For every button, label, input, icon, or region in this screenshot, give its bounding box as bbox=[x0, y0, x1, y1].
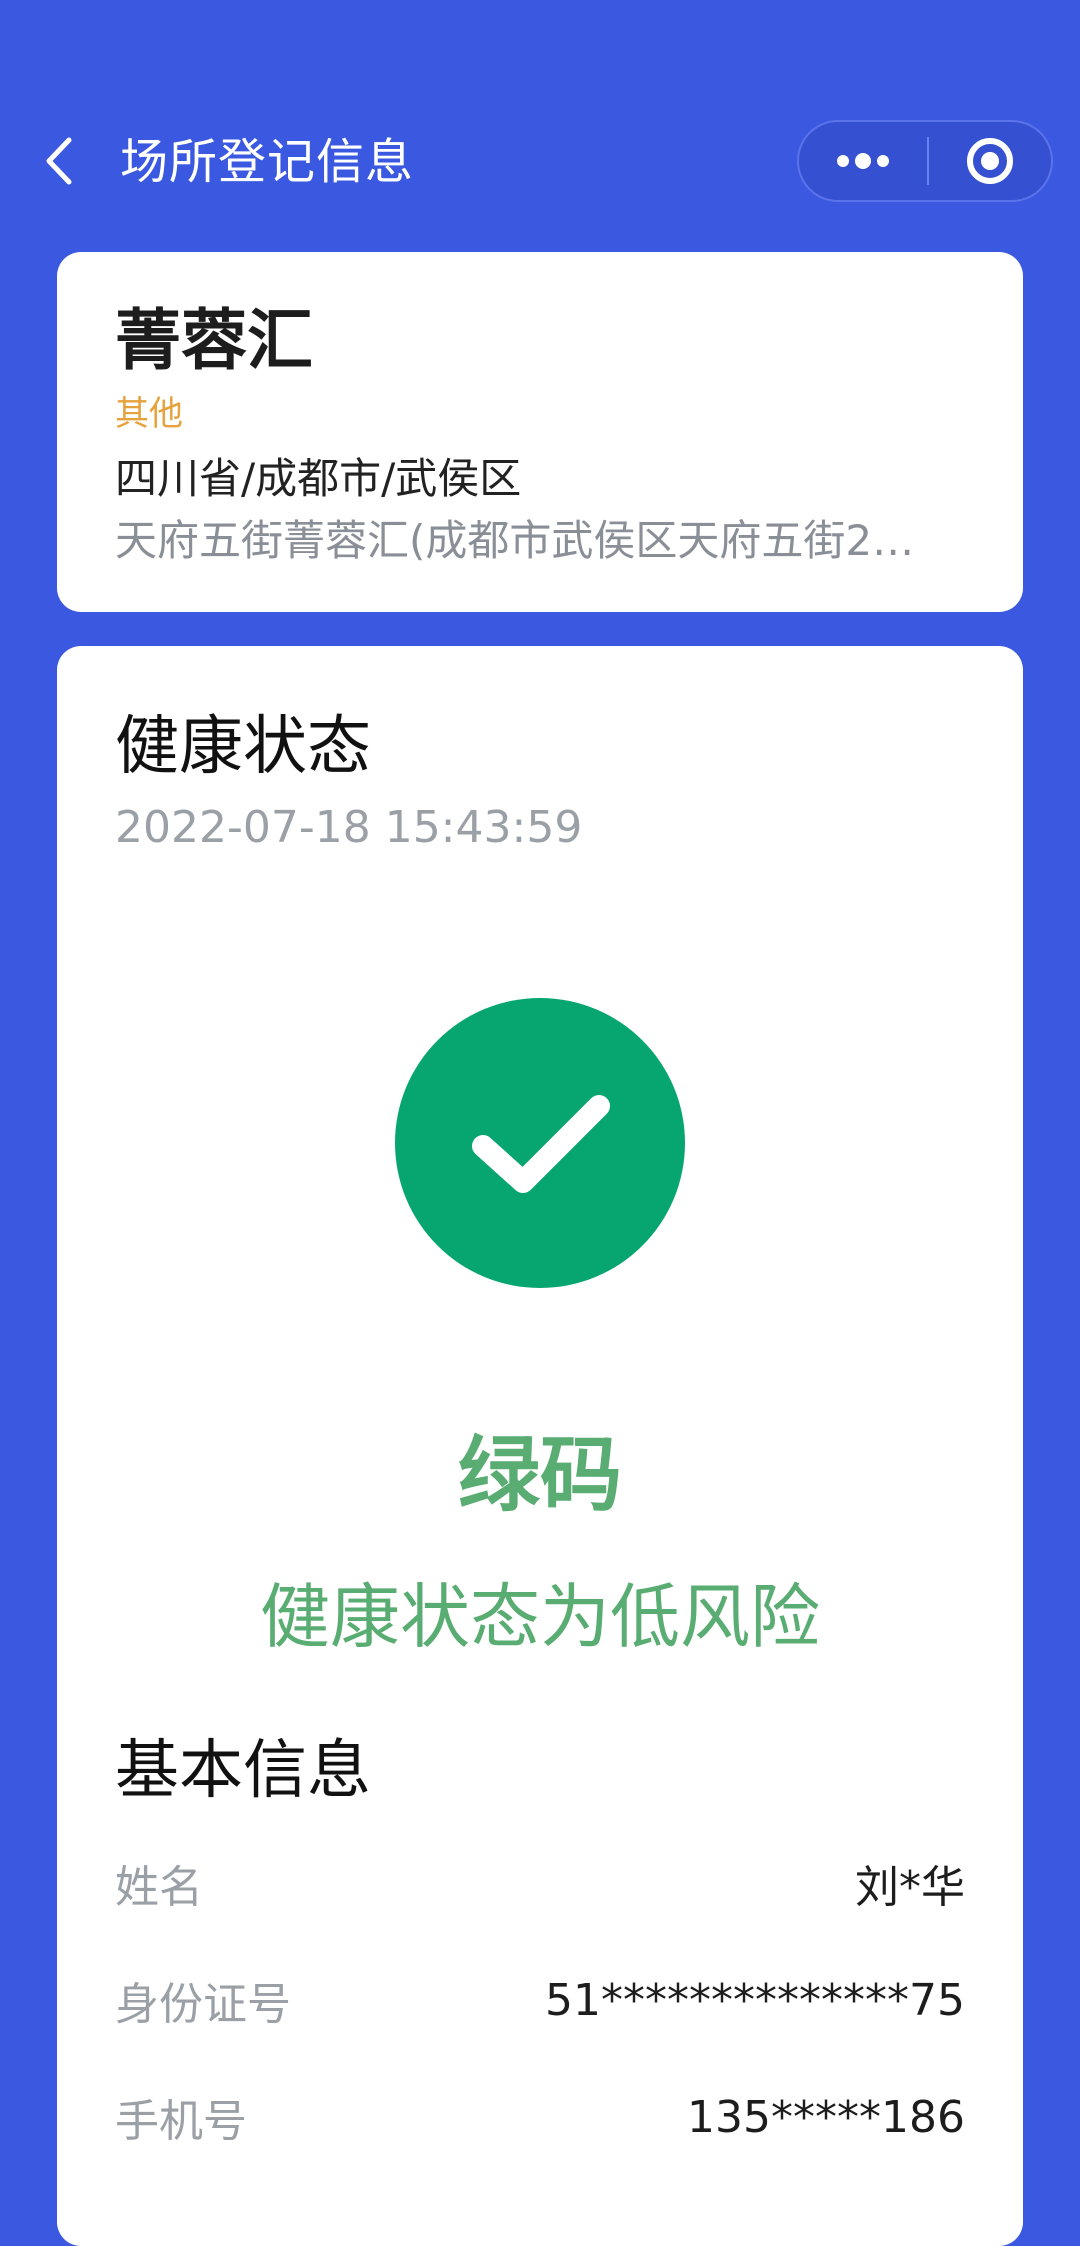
more-dots-icon bbox=[837, 153, 889, 169]
risk-level-label: 健康状态为低风险 bbox=[260, 1576, 820, 1658]
info-row-phone: 手机号 135*****186 bbox=[115, 2082, 965, 2152]
name-value: 刘*华 bbox=[855, 1862, 965, 1913]
close-mini-program-button[interactable] bbox=[929, 122, 1051, 200]
basic-info-title: 基本信息 bbox=[115, 1734, 371, 1808]
health-code-label: 绿码 bbox=[457, 1428, 622, 1523]
health-timestamp: 2022-07-18 15:43:59 bbox=[115, 802, 583, 853]
checkmark-icon bbox=[472, 1095, 610, 1193]
info-row-name: 姓名 刘*华 bbox=[115, 1848, 965, 1918]
place-region: 四川省/成都市/武侯区 bbox=[115, 454, 522, 503]
health-status-title: 健康状态 bbox=[115, 710, 371, 784]
health-card: 健康状态 2022-07-18 15:43:59 绿码 健康状态为低风险 基本信… bbox=[57, 646, 1023, 2246]
navigation-bar: 场所登记信息 bbox=[0, 0, 1080, 250]
id-number-value: 51**************75 bbox=[545, 1974, 965, 2026]
phone-value: 135*****186 bbox=[687, 2091, 965, 2143]
info-row-id-number: 身份证号 51**************75 bbox=[115, 1965, 965, 2035]
place-name: 菁蓉汇 bbox=[115, 302, 313, 379]
name-label: 姓名 bbox=[115, 1862, 203, 1913]
id-number-label: 身份证号 bbox=[115, 1979, 291, 2030]
mini-program-capsule bbox=[797, 120, 1053, 202]
more-button[interactable] bbox=[799, 122, 927, 200]
place-address: 天府五街菁蓉汇(成都市武侯区天府五街2… bbox=[115, 516, 915, 565]
target-circle-icon bbox=[967, 138, 1013, 184]
page-title: 场所登记信息 bbox=[120, 134, 415, 190]
health-status-badge bbox=[395, 998, 685, 1288]
place-card: 菁蓉汇 其他 四川省/成都市/武侯区 天府五街菁蓉汇(成都市武侯区天府五街2… bbox=[57, 252, 1023, 612]
place-category: 其他 bbox=[115, 394, 183, 434]
phone-label: 手机号 bbox=[115, 2096, 247, 2147]
chevron-left-icon bbox=[46, 137, 72, 185]
back-button[interactable] bbox=[36, 126, 80, 196]
